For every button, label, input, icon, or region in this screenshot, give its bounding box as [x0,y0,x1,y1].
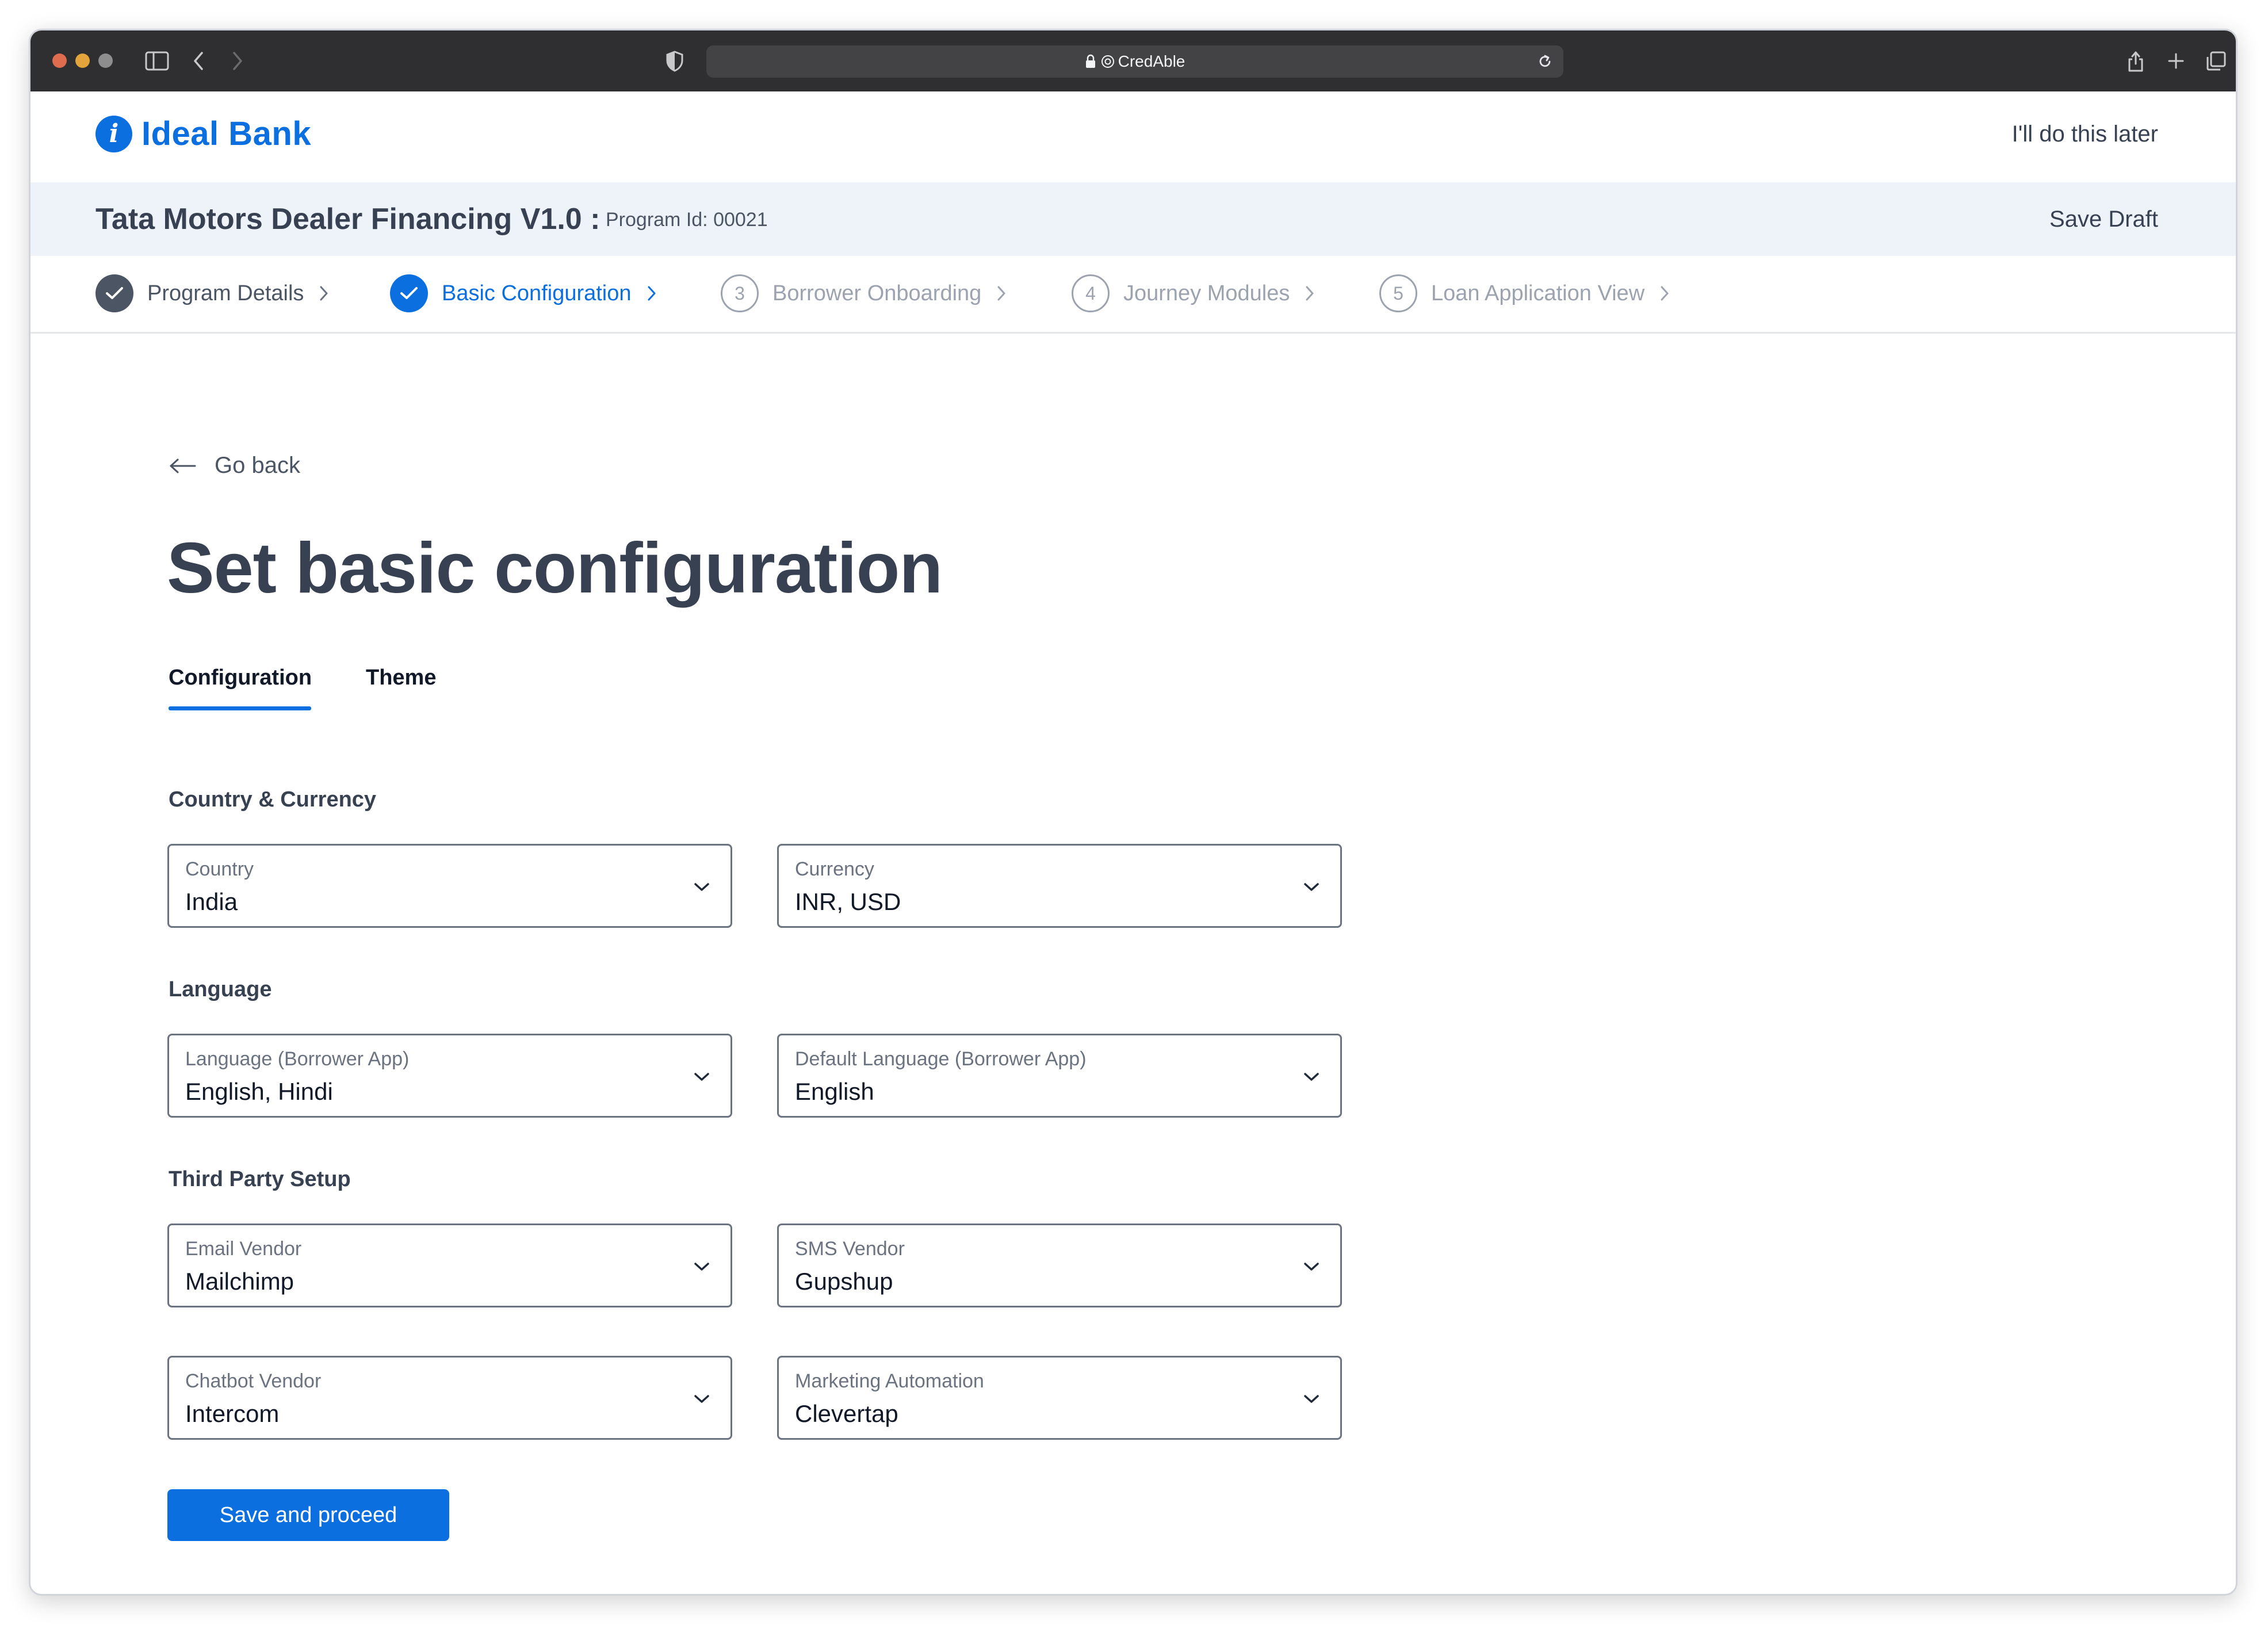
step-number: 3 [721,274,759,312]
forward-arrow-icon[interactable] [226,48,249,74]
go-back-link[interactable]: Go back [169,453,300,479]
field-label: Currency [795,858,874,880]
field-label: Marketing Automation [795,1370,984,1392]
reload-icon[interactable] [1537,53,1553,70]
field-value: English [795,1078,874,1105]
browser-titlebar: CredAble [30,30,2236,91]
chevron-down-icon [1300,1255,1323,1278]
section-title-third-party: Third Party Setup [169,1167,351,1191]
save-draft-button[interactable]: Save Draft [2049,207,2158,232]
field-value: Intercom [185,1400,280,1427]
active-tab-indicator [169,706,311,710]
check-circle-icon [95,274,133,312]
app-header: i Ideal Bank I'll do this later [30,91,2236,182]
tab-configuration[interactable]: Configuration [169,666,312,690]
new-tab-icon[interactable] [2164,48,2187,74]
chevron-down-icon [690,1387,713,1410]
minimize-window-button[interactable] [75,53,90,68]
chevron-right-icon [647,285,657,302]
section-title-language: Language [169,977,272,1001]
tabs-overview-icon[interactable] [2204,48,2229,74]
chevron-down-icon [690,1255,713,1278]
field-label: Language (Borrower App) [185,1048,410,1070]
url-text: CredAble [1118,52,1185,70]
sms-vendor-select[interactable]: SMS Vendor Gupshup [777,1223,1342,1307]
do-this-later-link[interactable]: I'll do this later [2012,121,2158,147]
logo-text: Ideal Bank [141,115,312,152]
field-label: Chatbot Vendor [185,1370,322,1392]
step-basic-configuration[interactable]: Basic Configuration [390,273,657,313]
close-window-button[interactable] [52,53,67,68]
share-icon[interactable] [2124,48,2147,74]
country-select[interactable]: Country India [167,844,732,928]
step-program-details[interactable]: Program Details [95,273,329,313]
site-icon [1101,55,1115,68]
step-number: 4 [1072,274,1110,312]
step-label: Loan Application View [1431,281,1645,305]
field-label: SMS Vendor [795,1238,905,1260]
main-content: Go back Set basic configuration Configur… [30,332,2236,1594]
zoom-window-button[interactable] [98,53,113,68]
step-label: Program Details [147,281,304,305]
field-value: INR, USD [795,888,901,915]
step-label: Journey Modules [1123,281,1290,305]
progress-stepper: Program Details Basic Configuration 3 Bo… [30,256,2236,334]
field-value: Mailchimp [185,1268,295,1295]
chevron-right-icon [319,285,329,302]
step-journey-modules[interactable]: 4 Journey Modules [1072,273,1315,313]
chevron-right-icon [996,285,1007,302]
step-number: 5 [1379,274,1417,312]
field-label: Email Vendor [185,1238,302,1260]
shield-icon[interactable] [662,48,687,74]
field-label: Default Language (Borrower App) [795,1048,1087,1070]
language-select[interactable]: Language (Borrower App) English, Hindi [167,1034,732,1118]
field-value: Gupshup [795,1268,893,1295]
program-bar: Tata Motors Dealer Financing V1.0 : Prog… [30,182,2236,256]
currency-select[interactable]: Currency INR, USD [777,844,1342,928]
check-circle-icon [390,274,428,312]
tab-theme[interactable]: Theme [366,666,436,690]
program-id: Program Id: 00021 [606,209,768,231]
browser-window: CredAble i Ideal Bank I'll do this later… [29,29,2238,1596]
step-label: Basic Configuration [442,281,632,305]
program-title: Tata Motors Dealer Financing V1.0 : [95,202,601,236]
page-title: Set basic configuration [167,529,943,608]
field-value: India [185,888,238,915]
back-arrow-icon[interactable] [187,48,210,74]
chevron-down-icon [1300,1065,1323,1088]
field-value: English, Hindi [185,1078,333,1105]
field-value: Clevertap [795,1400,898,1427]
field-label: Country [185,858,254,880]
address-bar[interactable]: CredAble [706,45,1563,78]
default-language-select[interactable]: Default Language (Borrower App) English [777,1034,1342,1118]
chevron-down-icon [690,875,713,898]
chevron-down-icon [1300,875,1323,898]
step-borrower-onboarding[interactable]: 3 Borrower Onboarding [721,273,1007,313]
chatbot-vendor-select[interactable]: Chatbot Vendor Intercom [167,1356,732,1440]
chevron-right-icon [1659,285,1670,302]
chevron-right-icon [1305,285,1315,302]
logo-mark: i [95,115,132,152]
chevron-down-icon [1300,1387,1323,1410]
step-label: Borrower Onboarding [772,281,982,305]
section-title-country-currency: Country & Currency [169,787,377,812]
sidebar-icon[interactable] [143,48,171,74]
logo: i Ideal Bank [95,114,311,153]
go-back-label: Go back [215,453,300,478]
arrow-left-icon [169,457,197,475]
email-vendor-select[interactable]: Email Vendor Mailchimp [167,1223,732,1307]
marketing-automation-select[interactable]: Marketing Automation Clevertap [777,1356,1342,1440]
save-and-proceed-button[interactable]: Save and proceed [167,1489,449,1541]
chevron-down-icon [690,1065,713,1088]
step-loan-application-view[interactable]: 5 Loan Application View [1379,273,1670,313]
lock-icon [1085,54,1096,69]
